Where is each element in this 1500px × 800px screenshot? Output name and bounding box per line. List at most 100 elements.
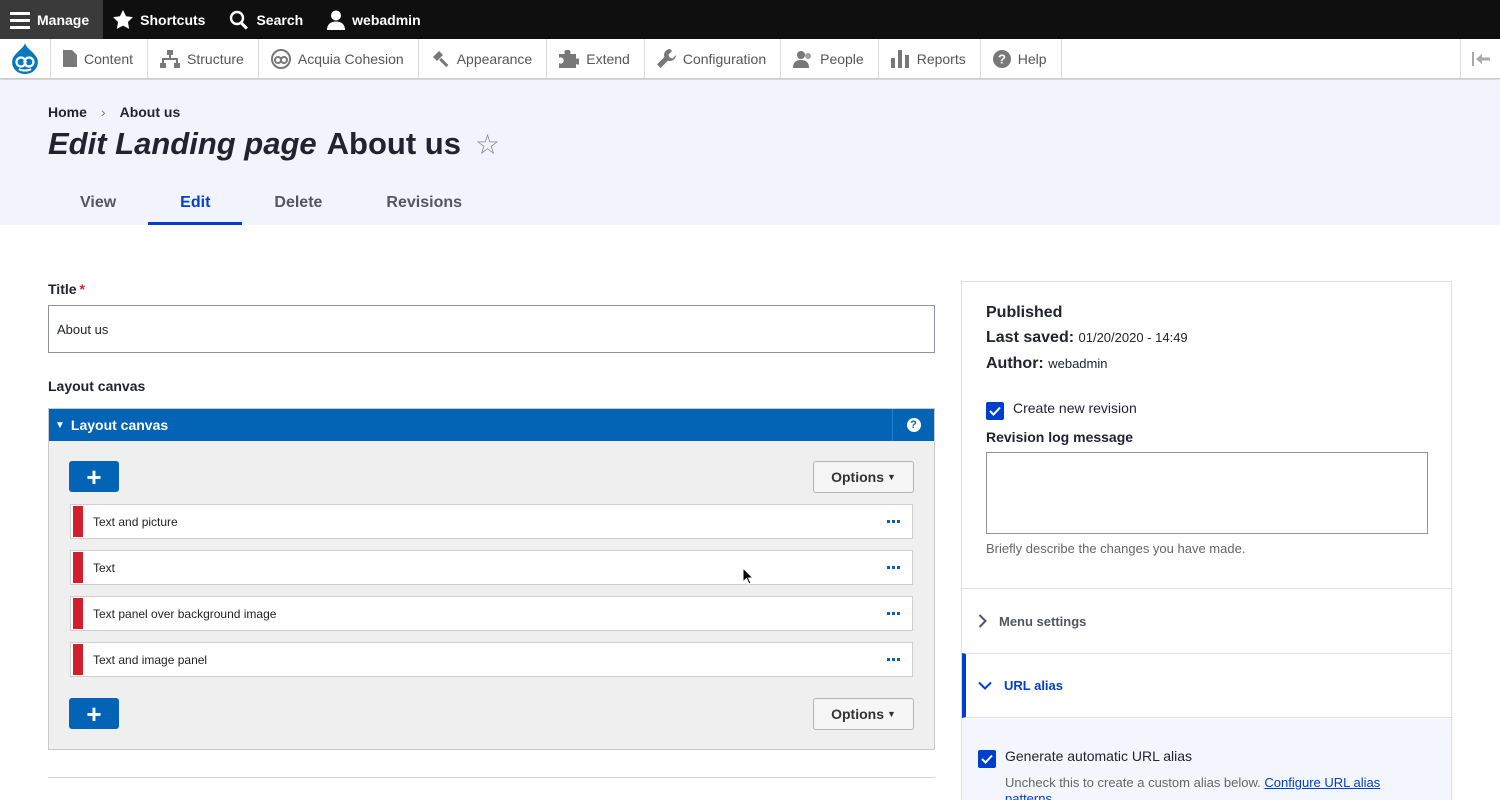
- component-marker: [73, 506, 83, 537]
- breadcrumb-separator: ›: [100, 104, 106, 120]
- more-options-icon[interactable]: [878, 658, 908, 661]
- tray-item-structure[interactable]: Structure: [148, 39, 259, 78]
- entity-meta-sidebar: Published Last saved: 01/20/2020 - 14:49…: [961, 281, 1452, 800]
- author: Author: webadmin: [986, 355, 1107, 373]
- options-button-top[interactable]: Options ▼: [813, 461, 914, 493]
- shortcuts-button[interactable]: Shortcuts: [103, 0, 219, 39]
- author-label: Author:: [986, 355, 1044, 372]
- layout-item[interactable]: Text and image panel: [70, 642, 913, 677]
- more-options-icon[interactable]: [878, 520, 908, 523]
- layout-canvas-toggle[interactable]: ▼ Layout canvas ?: [49, 409, 934, 441]
- layout-canvas: ▼ Layout canvas ? + Options ▼ Text and pi…: [48, 408, 935, 750]
- manage-label: Manage: [37, 11, 90, 28]
- document-icon: [63, 50, 77, 67]
- help-icon: ?: [906, 418, 921, 432]
- checkmark-icon: [981, 754, 993, 764]
- layout-item-label: Text: [93, 560, 116, 575]
- search-button[interactable]: Search: [219, 0, 317, 39]
- title-input[interactable]: About us: [48, 305, 935, 353]
- layout-canvas-help[interactable]: ?: [892, 409, 934, 441]
- create-revision-checkbox[interactable]: [986, 402, 1004, 420]
- revision-log-label: Revision log message: [986, 429, 1134, 445]
- checkmark-icon: [989, 406, 1001, 416]
- tray-item-label: People: [820, 50, 864, 67]
- collapse-tray-button[interactable]: [1460, 39, 1500, 78]
- layout-item-label: Text panel over background image: [93, 606, 277, 621]
- tray-item-content[interactable]: Content: [51, 39, 149, 78]
- sitemap-icon: [160, 49, 181, 68]
- alias-desc-text: Uncheck this to create a custom alias be…: [1005, 775, 1261, 790]
- title-input-value: About us: [57, 321, 109, 337]
- component-marker: [73, 552, 83, 583]
- url-alias-panel: Generate automatic URL alias Uncheck thi…: [962, 719, 1451, 800]
- wrench-icon: [656, 49, 676, 68]
- last-saved-label: Last saved:: [986, 329, 1075, 346]
- svg-text:?: ?: [998, 51, 1006, 66]
- tab-edit[interactable]: Edit: [148, 184, 243, 225]
- manage-button[interactable]: Manage: [0, 0, 104, 39]
- revision-log-textarea[interactable]: [986, 452, 1428, 534]
- user-icon: [327, 10, 346, 30]
- tray-item-help[interactable]: ? Help: [981, 39, 1062, 78]
- layout-item[interactable]: Text and picture: [70, 504, 913, 539]
- layout-canvas-label: Layout canvas: [48, 378, 146, 394]
- mouse-cursor-icon: [742, 567, 754, 585]
- tab-view[interactable]: View: [48, 184, 148, 225]
- shortcuts-label: Shortcuts: [140, 11, 206, 28]
- breadcrumb: Home › About us: [48, 104, 180, 120]
- form-divider: [48, 777, 935, 778]
- triangle-down-icon: ▼: [55, 419, 65, 431]
- tab-delete[interactable]: Delete: [242, 184, 354, 225]
- caret-down-icon: ▼: [886, 709, 896, 719]
- search-label: Search: [256, 11, 304, 28]
- required-marker: *: [79, 281, 85, 297]
- menu-settings-toggle[interactable]: Menu settings: [962, 588, 1451, 653]
- layout-item-label: Text and image panel: [93, 652, 208, 667]
- tab-revisions[interactable]: Revisions: [354, 184, 494, 225]
- tray-item-acquia-cohesion[interactable]: Acquia Cohesion: [259, 39, 419, 78]
- star-icon: [113, 10, 134, 29]
- layout-item[interactable]: Text: [70, 550, 913, 585]
- tray-item-people[interactable]: People: [781, 39, 879, 78]
- revision-log-description: Briefly describe the changes you have ma…: [986, 541, 1246, 556]
- generate-alias-checkbox[interactable]: [978, 750, 996, 768]
- layout-item[interactable]: Text panel over background image: [70, 596, 913, 631]
- tray-item-configuration[interactable]: Configuration: [645, 39, 782, 78]
- hamburger-icon: [10, 11, 30, 29]
- collapse-icon: [1471, 51, 1490, 66]
- page-title-node: About us: [326, 126, 461, 161]
- people-icon: [793, 50, 812, 68]
- last-saved: Last saved: 01/20/2020 - 14:49: [986, 329, 1188, 347]
- shortcut-star-icon[interactable]: ☆: [475, 128, 500, 161]
- breadcrumb-home[interactable]: Home: [48, 104, 87, 120]
- tray-item-label: Extend: [586, 50, 630, 67]
- tray-item-label: Appearance: [456, 50, 533, 67]
- admin-tray: Content Structure Acquia Cohesion Appear…: [0, 39, 1500, 79]
- url-alias-label: URL alias: [1004, 678, 1064, 693]
- tray-item-label: Content: [84, 50, 134, 67]
- publish-status: Published: [986, 304, 1063, 321]
- more-options-icon[interactable]: [878, 566, 908, 569]
- tray-item-extend[interactable]: Extend: [547, 39, 645, 78]
- tray-item-label: Help: [1017, 50, 1047, 67]
- page-header: Home › About us Edit Landing page About …: [0, 80, 1500, 225]
- tray-item-reports[interactable]: Reports: [879, 39, 981, 78]
- toolbar-bar: Manage Shortcuts Search webadmin: [0, 0, 1500, 39]
- user-menu-button[interactable]: webadmin: [317, 0, 434, 39]
- drupal-logo[interactable]: [0, 39, 51, 78]
- more-options-icon[interactable]: [878, 612, 908, 615]
- options-label: Options: [831, 706, 884, 722]
- options-button-bottom[interactable]: Options ▼: [813, 698, 914, 730]
- add-component-button-bottom[interactable]: +: [69, 698, 119, 729]
- layout-item-label: Text and picture: [93, 514, 178, 529]
- chevron-right-icon: [978, 614, 987, 628]
- layout-canvas-title: Layout canvas: [70, 417, 169, 433]
- url-alias-toggle[interactable]: URL alias: [962, 653, 1451, 718]
- cohesion-icon: [270, 48, 291, 69]
- create-revision-label: Create new revision: [1013, 400, 1137, 416]
- options-label: Options: [831, 469, 884, 485]
- add-component-button-top[interactable]: +: [69, 461, 119, 492]
- breadcrumb-current[interactable]: About us: [120, 104, 181, 120]
- tray-item-appearance[interactable]: Appearance: [419, 39, 548, 78]
- page-title: Edit Landing page About us ☆: [48, 126, 500, 162]
